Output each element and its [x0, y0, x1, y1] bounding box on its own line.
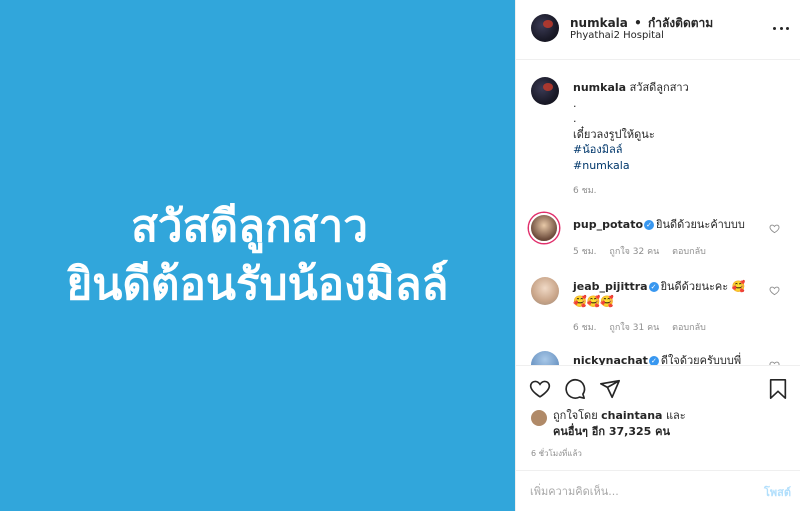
- comment-body: pup_potato ✓ ยินดีด้วยนะค้าบบบ: [573, 217, 763, 232]
- heart-icon[interactable]: [529, 378, 551, 400]
- image-text-line1: สวัสดีลูกสาว: [131, 200, 368, 252]
- caption-line: .: [573, 96, 577, 110]
- post-timestamp[interactable]: 6 ชั่วโมงที่แล้ว: [531, 447, 582, 460]
- caption-line: .: [573, 112, 577, 125]
- bookmark-icon[interactable]: [767, 378, 789, 400]
- post-image[interactable]: สวัสดีลูกสาว ยินดีต้อนรับน้องมิลล์: [0, 0, 515, 511]
- comment-likes[interactable]: ถูกใจ 32 คน: [609, 247, 659, 257]
- post-actions: ถูกใจโดย chaintana และ คนอื่นๆ อีก 37,32…: [516, 365, 800, 485]
- comment-username[interactable]: pup_potato: [573, 218, 643, 231]
- commenter-avatar[interactable]: [531, 277, 559, 305]
- likes-and: และ: [665, 409, 686, 422]
- post-sidebar: numkala • กำลังติดตาม Phyathai2 Hospital…: [515, 0, 800, 511]
- share-icon[interactable]: [599, 378, 621, 400]
- image-text-line2: ยินดีต้อนรับน้องมิลล์: [66, 258, 449, 310]
- author-username[interactable]: numkala: [570, 16, 628, 30]
- comments-list[interactable]: numkala สวัสดีลูกสาว . . เดี๋ยวลงรูปให้ด…: [516, 61, 800, 365]
- caption-time[interactable]: 6 ชม.: [573, 183, 597, 197]
- liker-username[interactable]: chaintana: [601, 409, 662, 422]
- caption-line: เดี๋ยวลงรูปให้ดูนะ: [573, 127, 655, 141]
- comment-text-line2: 🥰🥰🥰: [573, 295, 615, 308]
- comment-text: ดีใจด้วยครับบบพี่: [660, 354, 742, 365]
- post-header: numkala • กำลังติดตาม Phyathai2 Hospital: [516, 0, 800, 60]
- verified-badge-icon: ✓: [648, 282, 659, 292]
- liker-avatar[interactable]: [531, 410, 547, 426]
- more-options-icon[interactable]: [773, 20, 789, 36]
- comment-time[interactable]: 6 ชม.: [573, 323, 597, 333]
- post-comment-button[interactable]: โพสต์: [764, 483, 791, 501]
- comment-time[interactable]: 5 ชม.: [573, 247, 597, 257]
- comment-heart-icon[interactable]: [769, 285, 780, 296]
- hashtag-link[interactable]: #numkala: [573, 159, 630, 172]
- comment-heart-icon[interactable]: [769, 223, 780, 234]
- comment-likes[interactable]: ถูกใจ 31 คน: [609, 323, 659, 333]
- hashtag-link[interactable]: #น้องมิลล์: [573, 143, 622, 156]
- caption-text: numkala สวัสดีลูกสาว . . เดี๋ยวลงรูปให้ด…: [573, 80, 783, 173]
- comment-text: ยินดีด้วยนะค้าบบบ: [656, 218, 745, 231]
- reply-button[interactable]: ตอบกลับ: [672, 247, 706, 257]
- comment-username[interactable]: nickynachat: [573, 354, 648, 365]
- verified-badge-icon: ✓: [644, 220, 655, 230]
- comment-body: nickynachat ✓ ดีใจด้วยครับบบพี่: [573, 353, 763, 365]
- comment-body: jeab_pijittra ✓ ยินดีด้วยนะคะ 🥰 🥰🥰🥰: [573, 279, 763, 309]
- caption-avatar[interactable]: [531, 77, 559, 105]
- comment-username[interactable]: jeab_pijittra: [573, 280, 648, 293]
- comment-input[interactable]: [530, 481, 730, 501]
- reply-button[interactable]: ตอบกลับ: [672, 323, 706, 333]
- add-comment-bar: โพสต์: [516, 470, 800, 511]
- verified-badge-icon: ✓: [648, 356, 659, 365]
- commenter-avatar[interactable]: [529, 213, 559, 243]
- caption-first-line: สวัสดีลูกสาว: [629, 81, 689, 94]
- comment-meta: 6 ชม. ถูกใจ 31 คน ตอบกลับ: [573, 320, 716, 334]
- comment-icon[interactable]: [564, 378, 586, 400]
- comment-text: ยินดีด้วยนะคะ 🥰: [660, 280, 746, 293]
- separator-dot: •: [634, 16, 642, 30]
- commenter-avatar[interactable]: [531, 351, 559, 365]
- likes-others[interactable]: คนอื่นๆ อีก 37,325 คน: [553, 425, 670, 438]
- location-link[interactable]: Phyathai2 Hospital: [570, 30, 664, 41]
- follow-status-button[interactable]: กำลังติดตาม: [648, 16, 713, 30]
- likes-prefix: ถูกใจโดย: [553, 409, 598, 422]
- author-avatar[interactable]: [531, 14, 559, 42]
- comment-meta: 5 ชม. ถูกใจ 32 คน ตอบกลับ: [573, 244, 716, 258]
- likes-summary[interactable]: ถูกใจโดย chaintana และ คนอื่นๆ อีก 37,32…: [553, 408, 753, 440]
- caption-username[interactable]: numkala: [573, 81, 626, 94]
